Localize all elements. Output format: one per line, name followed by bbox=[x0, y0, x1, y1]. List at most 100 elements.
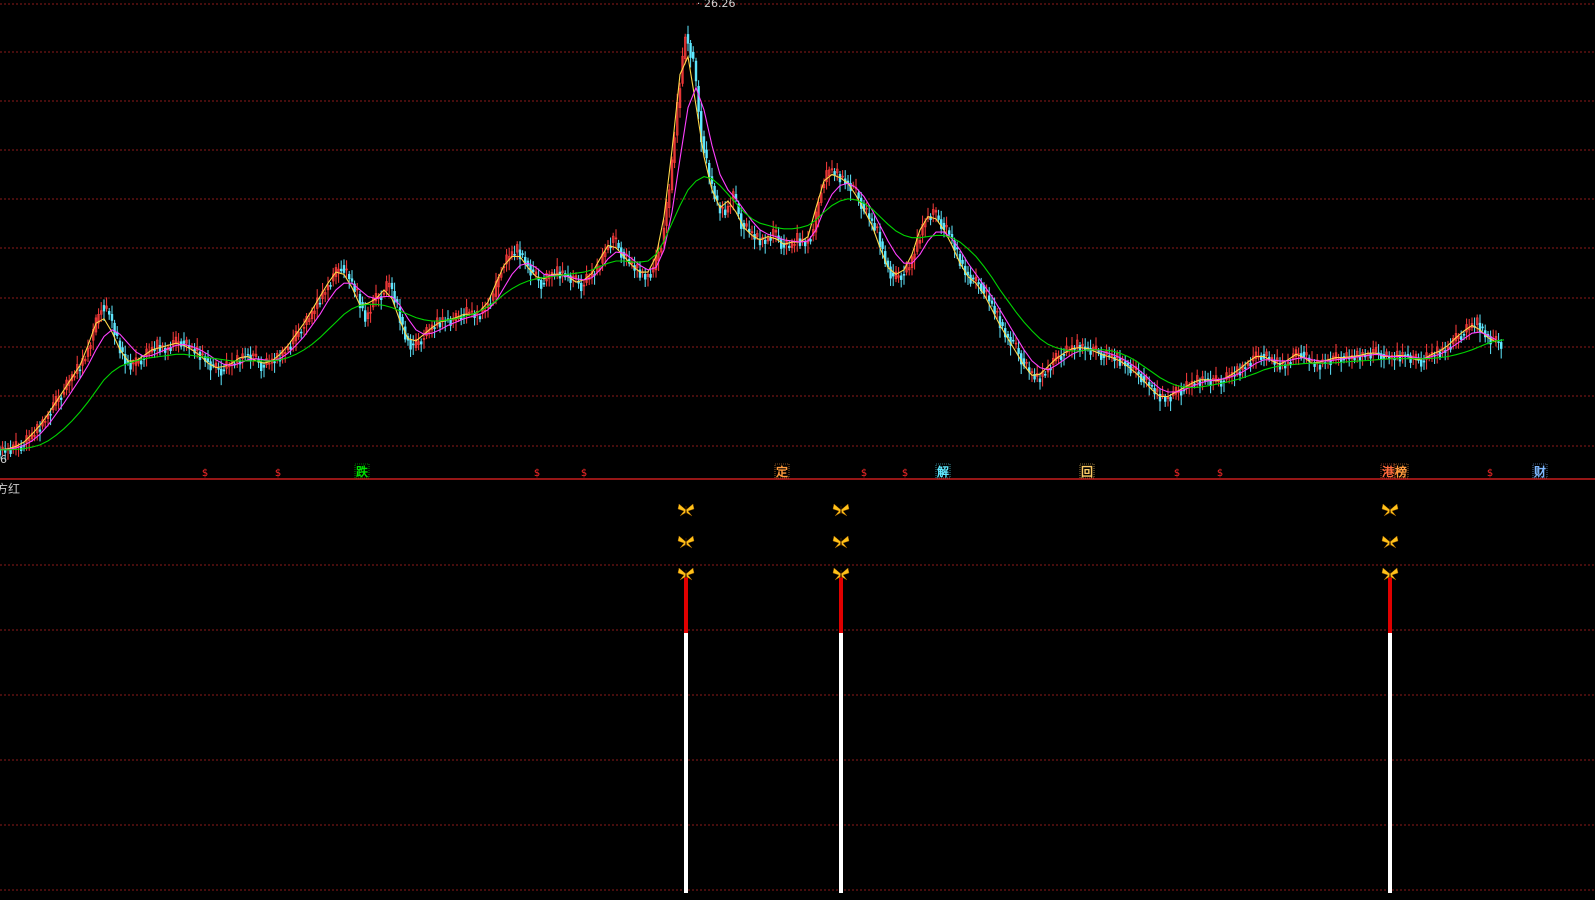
candle-body bbox=[937, 215, 940, 220]
event-marker[interactable]: $ bbox=[902, 468, 908, 479]
event-marker[interactable]: 财 bbox=[1533, 464, 1546, 479]
candle-body bbox=[339, 268, 343, 272]
candle-body bbox=[617, 242, 620, 248]
candle-body bbox=[1481, 326, 1484, 329]
candle-body bbox=[222, 369, 226, 372]
event-marker[interactable]: $ bbox=[275, 468, 281, 479]
candle-body bbox=[710, 176, 714, 184]
signal-bar-white bbox=[1388, 633, 1392, 893]
event-marker[interactable]: 跌 bbox=[356, 464, 369, 479]
low-price-label: 6 bbox=[0, 453, 7, 466]
candle-body bbox=[1164, 396, 1167, 402]
candle-body bbox=[1353, 357, 1356, 361]
candle-body bbox=[723, 209, 727, 216]
candle-body bbox=[1420, 359, 1423, 367]
candle-body bbox=[1222, 380, 1226, 383]
event-marker[interactable]: $ bbox=[581, 468, 587, 479]
high-price-label: 26.26 bbox=[704, 0, 736, 10]
candle-body bbox=[1001, 322, 1004, 326]
candle-body bbox=[947, 230, 951, 235]
candle-body bbox=[259, 362, 263, 372]
candle-body bbox=[691, 51, 695, 59]
candle-body bbox=[140, 360, 143, 365]
candle-body bbox=[59, 397, 63, 400]
candle-body bbox=[390, 282, 394, 289]
candle-body bbox=[113, 322, 116, 336]
candle-body bbox=[697, 85, 700, 112]
candle-body bbox=[955, 247, 959, 250]
candle-body bbox=[38, 429, 42, 432]
candle-body bbox=[1038, 378, 1042, 383]
event-marker[interactable]: 榜 bbox=[1395, 464, 1407, 479]
signal-bar-white bbox=[839, 633, 843, 893]
candle-body bbox=[531, 269, 535, 272]
candle-body bbox=[329, 285, 332, 287]
candle-body bbox=[363, 310, 367, 322]
event-marker[interactable]: 港 bbox=[1382, 464, 1395, 479]
high-price-arrow: · bbox=[697, 0, 700, 10]
candle-body bbox=[539, 279, 543, 289]
candle-body bbox=[478, 316, 482, 320]
signal-bar-red bbox=[684, 573, 688, 633]
candle-body bbox=[1148, 382, 1151, 386]
candle-body bbox=[521, 253, 524, 255]
candle-body bbox=[433, 327, 436, 329]
candle-body bbox=[990, 300, 994, 304]
signal-bar-red bbox=[1388, 573, 1392, 633]
candle-body bbox=[1406, 353, 1410, 357]
candle-body bbox=[209, 361, 212, 371]
candle-body bbox=[1460, 336, 1463, 340]
event-marker[interactable]: $ bbox=[861, 468, 867, 479]
candle-body bbox=[1044, 373, 1047, 376]
candle-body bbox=[513, 254, 516, 256]
candle-body bbox=[899, 275, 903, 280]
candle-body bbox=[763, 239, 767, 244]
candle-body bbox=[1244, 367, 1247, 369]
candle-body bbox=[262, 365, 266, 368]
candle-body bbox=[902, 274, 906, 276]
candle-body bbox=[643, 274, 647, 280]
candle-body bbox=[1126, 362, 1130, 366]
candle-body bbox=[246, 353, 250, 356]
candle-body bbox=[1060, 356, 1063, 360]
candle-body bbox=[1249, 362, 1252, 367]
signal-bar-white bbox=[684, 633, 688, 893]
event-marker[interactable]: $ bbox=[1174, 468, 1180, 479]
candle-body bbox=[1017, 348, 1020, 354]
candle-body bbox=[971, 277, 975, 280]
candle-body bbox=[1011, 339, 1015, 342]
candle-body bbox=[78, 369, 82, 372]
event-marker[interactable]: $ bbox=[1487, 468, 1493, 479]
event-marker[interactable]: $ bbox=[202, 468, 208, 479]
candle-body bbox=[870, 218, 874, 221]
candle-body bbox=[857, 192, 860, 199]
candle-body bbox=[220, 368, 223, 376]
candle-body bbox=[1180, 390, 1183, 396]
candle-body bbox=[350, 278, 354, 282]
candle-body bbox=[411, 343, 415, 346]
event-marker[interactable]: 回 bbox=[1081, 465, 1093, 479]
indicator-title: 方红 bbox=[0, 481, 20, 496]
candle-body bbox=[1137, 371, 1140, 375]
candle-body bbox=[289, 346, 292, 350]
candle-body bbox=[694, 60, 698, 82]
candle-body bbox=[318, 302, 322, 305]
candle-body bbox=[108, 311, 111, 315]
candle-body bbox=[803, 241, 807, 247]
candle-body bbox=[686, 34, 690, 44]
event-marker[interactable]: $ bbox=[534, 468, 540, 479]
candle-body bbox=[689, 43, 692, 58]
candle-body bbox=[705, 149, 708, 159]
candle-body bbox=[102, 305, 106, 312]
candle-body bbox=[401, 316, 404, 325]
candle-body bbox=[1318, 365, 1322, 370]
candle-body bbox=[961, 259, 964, 264]
candle-body bbox=[881, 241, 884, 249]
candle-body bbox=[1369, 353, 1372, 359]
candle-body bbox=[1500, 342, 1503, 349]
candle-body bbox=[1150, 385, 1154, 387]
event-marker[interactable]: 解 bbox=[937, 464, 949, 479]
event-marker[interactable]: $ bbox=[1217, 468, 1223, 479]
candle-body bbox=[809, 239, 812, 242]
event-marker[interactable]: 定 bbox=[776, 464, 788, 479]
